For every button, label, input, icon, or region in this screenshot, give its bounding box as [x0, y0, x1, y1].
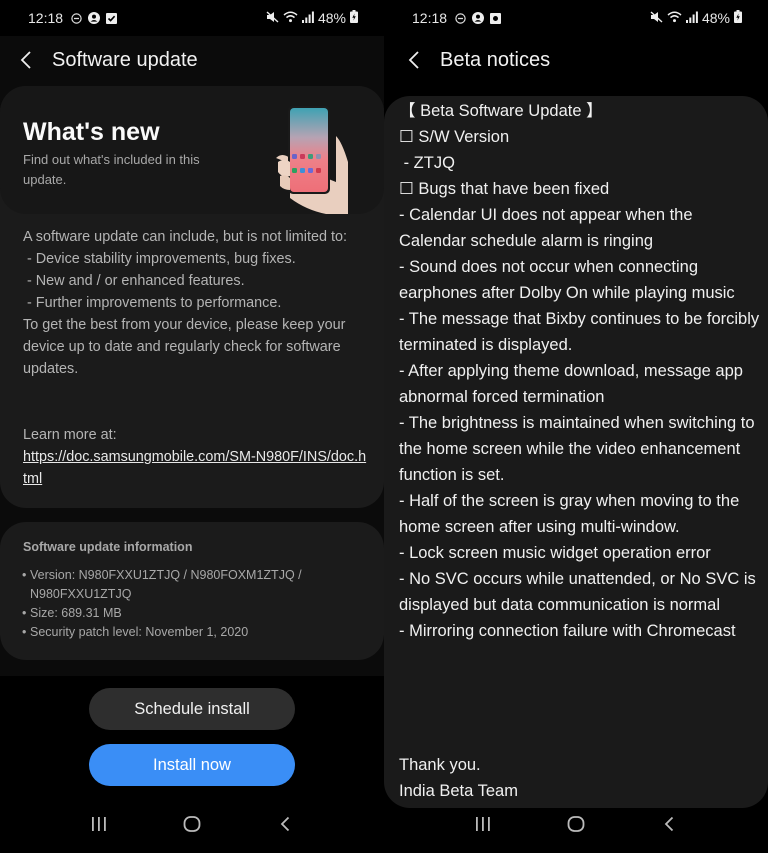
- update-info-list: Version: N980FXXU1ZTJQ / N980FOXM1ZTJQ /…: [22, 566, 362, 642]
- nav-back-button[interactable]: [657, 812, 681, 836]
- description-line: A software update can include, but is no…: [23, 229, 347, 245]
- nav-back-button[interactable]: [273, 812, 297, 836]
- account-icon: [88, 12, 101, 24]
- update-description: A software update can include, but is no…: [23, 226, 363, 380]
- home-icon: [567, 816, 585, 832]
- home-icon: [183, 816, 201, 832]
- battery-charging-icon: [734, 10, 742, 26]
- update-info-card: Software update information Version: N98…: [0, 522, 384, 660]
- status-bar: 12:18 48%: [0, 0, 384, 36]
- mute-icon: [650, 10, 663, 26]
- beta-notices-screen: 12:18 48% Beta notices 【 Beta Software U…: [384, 0, 768, 853]
- description-line: - Device stability improvements, bug fix…: [23, 251, 296, 267]
- notice-section-bugs: ☐ Bugs that have been fixed: [399, 180, 610, 198]
- phone-in-hand-illustration: [276, 106, 348, 214]
- learn-more-label: Learn more at:: [23, 427, 117, 443]
- back-chevron-icon: [408, 51, 419, 69]
- back-chevron-icon: [20, 51, 31, 69]
- recent-apps-icon: [91, 817, 106, 831]
- status-bar: 12:18 48%: [384, 0, 768, 36]
- page-title: Software update: [52, 48, 198, 71]
- whats-new-title: What's new: [23, 118, 160, 146]
- account-icon: [472, 12, 485, 24]
- back-button[interactable]: [14, 48, 38, 72]
- signal-icon: [301, 10, 314, 26]
- recent-apps-button[interactable]: [87, 812, 111, 836]
- home-button[interactable]: [564, 812, 588, 836]
- closing-thanks: Thank you.: [399, 756, 481, 774]
- back-button[interactable]: [402, 48, 426, 72]
- status-time: 12:18: [28, 10, 64, 26]
- checkbox-notification-icon: [106, 12, 118, 24]
- schedule-install-button[interactable]: Schedule install: [89, 688, 295, 730]
- description-line: To get the best from your device, please…: [23, 317, 346, 377]
- notice-line: - ZTJQ: [399, 154, 455, 172]
- description-line: - New and / or enhanced features.: [23, 273, 245, 289]
- recent-apps-icon: [475, 817, 490, 831]
- notification-icon: [490, 12, 502, 24]
- bug-item: - Half of the screen is gray when moving…: [399, 492, 740, 536]
- whats-new-card: What's new Find out what's included in t…: [0, 86, 384, 508]
- description-line: - Further improvements to performance.: [23, 295, 282, 311]
- bug-item: - The message that Bixby continues to be…: [399, 310, 760, 354]
- do-not-disturb-icon: [455, 12, 466, 24]
- beta-notice-card: 【 Beta Software Update 】 ☐ S/W Version -…: [384, 96, 768, 808]
- app-bar: Software update: [0, 36, 384, 84]
- install-now-button[interactable]: Install now: [89, 744, 295, 786]
- bug-item: - Calendar UI does not appear when the C…: [399, 206, 693, 250]
- bug-item: - After applying theme download, message…: [399, 362, 743, 406]
- do-not-disturb-icon: [71, 12, 82, 24]
- software-update-screen: 12:18 48% Software update What's new Fin…: [0, 0, 384, 853]
- battery-percent: 48%: [317, 10, 346, 26]
- info-version: Version: N980FXXU1ZTJQ / N980FOXM1ZTJQ /…: [22, 566, 362, 604]
- status-time: 12:18: [412, 10, 448, 26]
- info-security-patch: Security patch level: November 1, 2020: [22, 623, 362, 642]
- battery-percent: 48%: [701, 10, 730, 26]
- bug-item: - No SVC occurs while unattended, or No …: [399, 570, 756, 614]
- bug-item: - Mirroring connection failure with Chro…: [399, 622, 736, 640]
- wifi-icon: [667, 10, 682, 26]
- recent-apps-button[interactable]: [471, 812, 495, 836]
- learn-more: Learn more at: https://doc.samsungmobile…: [23, 424, 368, 490]
- home-button[interactable]: [180, 812, 204, 836]
- bug-item: - Lock screen music widget operation err…: [399, 544, 711, 562]
- signal-icon: [685, 10, 698, 26]
- whats-new-subtitle: Find out what's included in this update.: [23, 152, 200, 187]
- mute-icon: [266, 10, 279, 26]
- beta-notice-body: 【 Beta Software Update 】 ☐ S/W Version -…: [399, 98, 761, 644]
- bug-item: - Sound does not occur when connecting e…: [399, 258, 735, 302]
- navigation-bar: [384, 795, 768, 853]
- battery-charging-icon: [350, 10, 358, 26]
- update-info-title: Software update information: [23, 540, 193, 554]
- notice-heading: 【 Beta Software Update 】: [399, 102, 603, 120]
- learn-more-link[interactable]: https://doc.samsungmobile.com/SM-N980F/I…: [23, 446, 368, 490]
- wifi-icon: [283, 10, 298, 26]
- info-size: Size: 689.31 MB: [22, 604, 362, 623]
- app-bar: Beta notices: [384, 36, 768, 84]
- navigation-bar: [0, 795, 384, 853]
- bug-item: - The brightness is maintained when swit…: [399, 414, 755, 484]
- back-icon: [665, 816, 674, 832]
- whats-new-header: What's new Find out what's included in t…: [0, 86, 384, 214]
- page-title: Beta notices: [440, 48, 551, 71]
- notice-section-sw-version: ☐ S/W Version: [399, 128, 510, 146]
- back-icon: [281, 816, 290, 832]
